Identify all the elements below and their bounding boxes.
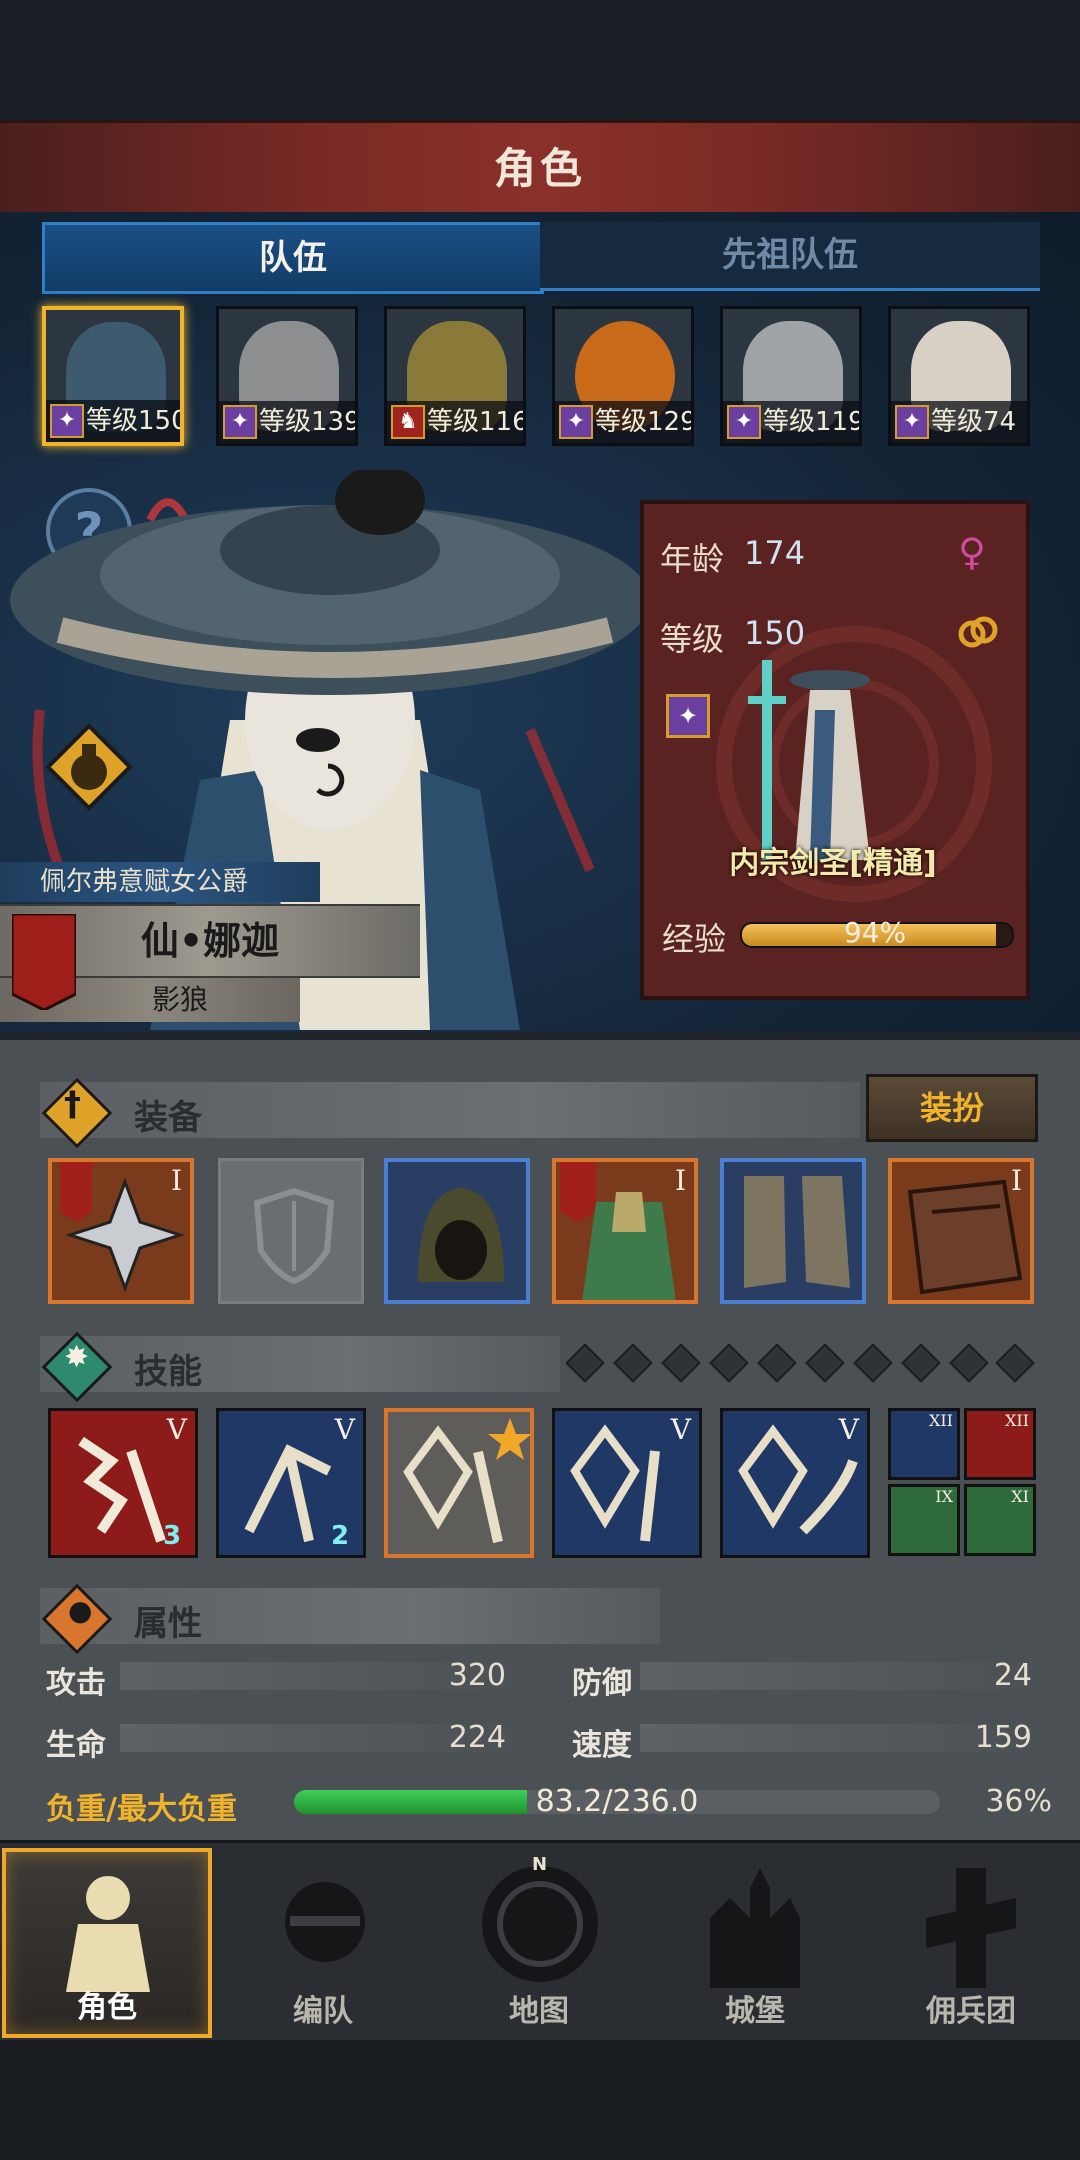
female-icon: ♀ bbox=[958, 530, 986, 574]
nav-label: 佣兵团 bbox=[926, 1994, 1016, 2029]
person-glyph: ● bbox=[68, 1594, 93, 1627]
noble-title: 佩尔弗意赋女公爵 bbox=[40, 867, 249, 897]
defense-label: 防御 bbox=[572, 1666, 632, 1701]
skill-tier: V bbox=[670, 1413, 691, 1446]
equipment-slot-boots[interactable] bbox=[720, 1158, 866, 1304]
tier-label: I bbox=[170, 1164, 182, 1197]
roster-portrait[interactable]: 等级74 ✦ bbox=[888, 306, 1030, 446]
mini-skill-slot[interactable]: XII bbox=[888, 1408, 960, 1480]
status-area bbox=[0, 0, 1080, 120]
skill-slot[interactable]: V bbox=[720, 1408, 870, 1558]
wand-class-icon: ✦ bbox=[727, 405, 761, 439]
mini-skill-slot[interactable]: IX bbox=[888, 1484, 960, 1556]
star-glyph: ✸ bbox=[64, 1340, 90, 1375]
equipment-slot-head[interactable] bbox=[384, 1158, 530, 1304]
wand-class-icon: ✦ bbox=[895, 405, 929, 439]
equipment-slot-armor[interactable]: I bbox=[552, 1158, 698, 1304]
skills-header bbox=[40, 1336, 560, 1392]
skill-badge: 3 bbox=[163, 1521, 182, 1551]
nav-label: 地图 bbox=[509, 1994, 569, 2029]
hp-label: 生命 bbox=[46, 1728, 106, 1763]
nav-map[interactable]: N 地图 bbox=[434, 1848, 644, 2038]
skill-tier: V bbox=[838, 1413, 859, 1446]
attack-value: 320 bbox=[448, 1658, 506, 1693]
wand-class-icon: ✦ bbox=[559, 405, 593, 439]
tier-label: I bbox=[674, 1164, 686, 1197]
skill-tier: V bbox=[334, 1413, 355, 1446]
roster-portrait[interactable]: 等级139 ✦ bbox=[216, 306, 358, 446]
skill-tier: XI bbox=[1011, 1487, 1029, 1506]
nav-label: 角色 bbox=[77, 1990, 137, 2025]
roster-portrait[interactable]: 等级119 ✦ bbox=[720, 306, 862, 446]
exp-label: 经验 bbox=[662, 920, 727, 958]
system-bar bbox=[0, 2040, 1080, 2160]
hp-value: 224 bbox=[448, 1720, 506, 1755]
speed-value: 159 bbox=[974, 1720, 1032, 1755]
level-value: 150 bbox=[744, 614, 806, 652]
skill-slot[interactable]: V 2 bbox=[216, 1408, 366, 1558]
tier-label: I bbox=[1010, 1164, 1022, 1197]
equipment-title: 装备 bbox=[134, 1098, 202, 1138]
rings-icon bbox=[956, 612, 1000, 652]
nav-character[interactable]: 角色 bbox=[2, 1848, 212, 2038]
nav-label: 城堡 bbox=[725, 1994, 785, 2029]
nav-formation[interactable]: 编队 bbox=[218, 1848, 428, 2038]
speed-label: 速度 bbox=[572, 1728, 632, 1763]
dress-up-button[interactable]: 装扮 bbox=[866, 1074, 1038, 1142]
skill-slot[interactable]: V 3 bbox=[48, 1408, 198, 1558]
skill-points-indicator bbox=[565, 1343, 1036, 1384]
load-value: 83.2/236.0 bbox=[535, 1784, 699, 1819]
nav-mercenary[interactable]: 佣兵团 bbox=[866, 1848, 1076, 2038]
title-bar: 角色 bbox=[0, 120, 1080, 218]
equipment-slot-book[interactable]: I bbox=[888, 1158, 1034, 1304]
wand-class-icon: ✦ bbox=[666, 694, 710, 738]
wand-class-icon: ✦ bbox=[223, 405, 257, 439]
noble-title-bar: 佩尔弗意赋女公爵 bbox=[0, 862, 320, 902]
defense-value: 24 bbox=[993, 1658, 1032, 1693]
skill-badge: 2 bbox=[331, 1521, 350, 1551]
mini-skill-slot[interactable]: XII bbox=[964, 1408, 1036, 1480]
equipment-slot-shield[interactable] bbox=[218, 1158, 364, 1304]
mini-skill-slot[interactable]: XI bbox=[964, 1484, 1036, 1556]
age-value: 174 bbox=[744, 534, 806, 572]
skill-tier: V bbox=[166, 1413, 187, 1446]
attributes-title: 属性 bbox=[134, 1604, 202, 1644]
level-label: 等级 bbox=[660, 620, 725, 658]
class-name: 内宗剑圣[精通] bbox=[729, 846, 937, 881]
skill-tier: XII bbox=[928, 1411, 953, 1430]
tab-team[interactable]: 队伍 bbox=[42, 222, 544, 294]
class-figure bbox=[740, 650, 900, 870]
skill-slot[interactable] bbox=[384, 1408, 534, 1558]
equipment-slot-weapon[interactable]: I bbox=[48, 1158, 194, 1304]
attributes-header bbox=[40, 1588, 660, 1644]
roster-portrait[interactable]: 等级129 ✦ bbox=[552, 306, 694, 446]
skill-tier: IX bbox=[935, 1487, 953, 1506]
skill-tier: XII bbox=[1004, 1411, 1029, 1430]
skills-title: 技能 bbox=[134, 1352, 202, 1392]
load-percent: 36% bbox=[985, 1784, 1052, 1819]
nav-castle[interactable]: 城堡 bbox=[650, 1848, 860, 2038]
skill-slot[interactable]: V bbox=[552, 1408, 702, 1558]
wand-class-icon: ✦ bbox=[50, 404, 84, 438]
roster-portrait[interactable]: 等级150 ✦ bbox=[42, 306, 184, 446]
tab-ancestor-team[interactable]: 先祖队伍 bbox=[540, 222, 1040, 291]
page-title: 角色 bbox=[493, 144, 586, 193]
nav-label: 编队 bbox=[293, 1994, 353, 2029]
horse-class-icon: ♞ bbox=[391, 405, 425, 439]
age-label: 年龄 bbox=[660, 540, 725, 578]
attack-label: 攻击 bbox=[46, 1666, 106, 1701]
svg-text:N: N bbox=[532, 1854, 547, 1875]
banner-flag-icon bbox=[10, 912, 78, 1012]
cross-glyph: † bbox=[64, 1084, 81, 1124]
load-label: 负重/最大负重 bbox=[46, 1792, 237, 1827]
roster-portrait[interactable]: 等级116 ♞ bbox=[384, 306, 526, 446]
exp-percent: 94% bbox=[843, 916, 907, 949]
